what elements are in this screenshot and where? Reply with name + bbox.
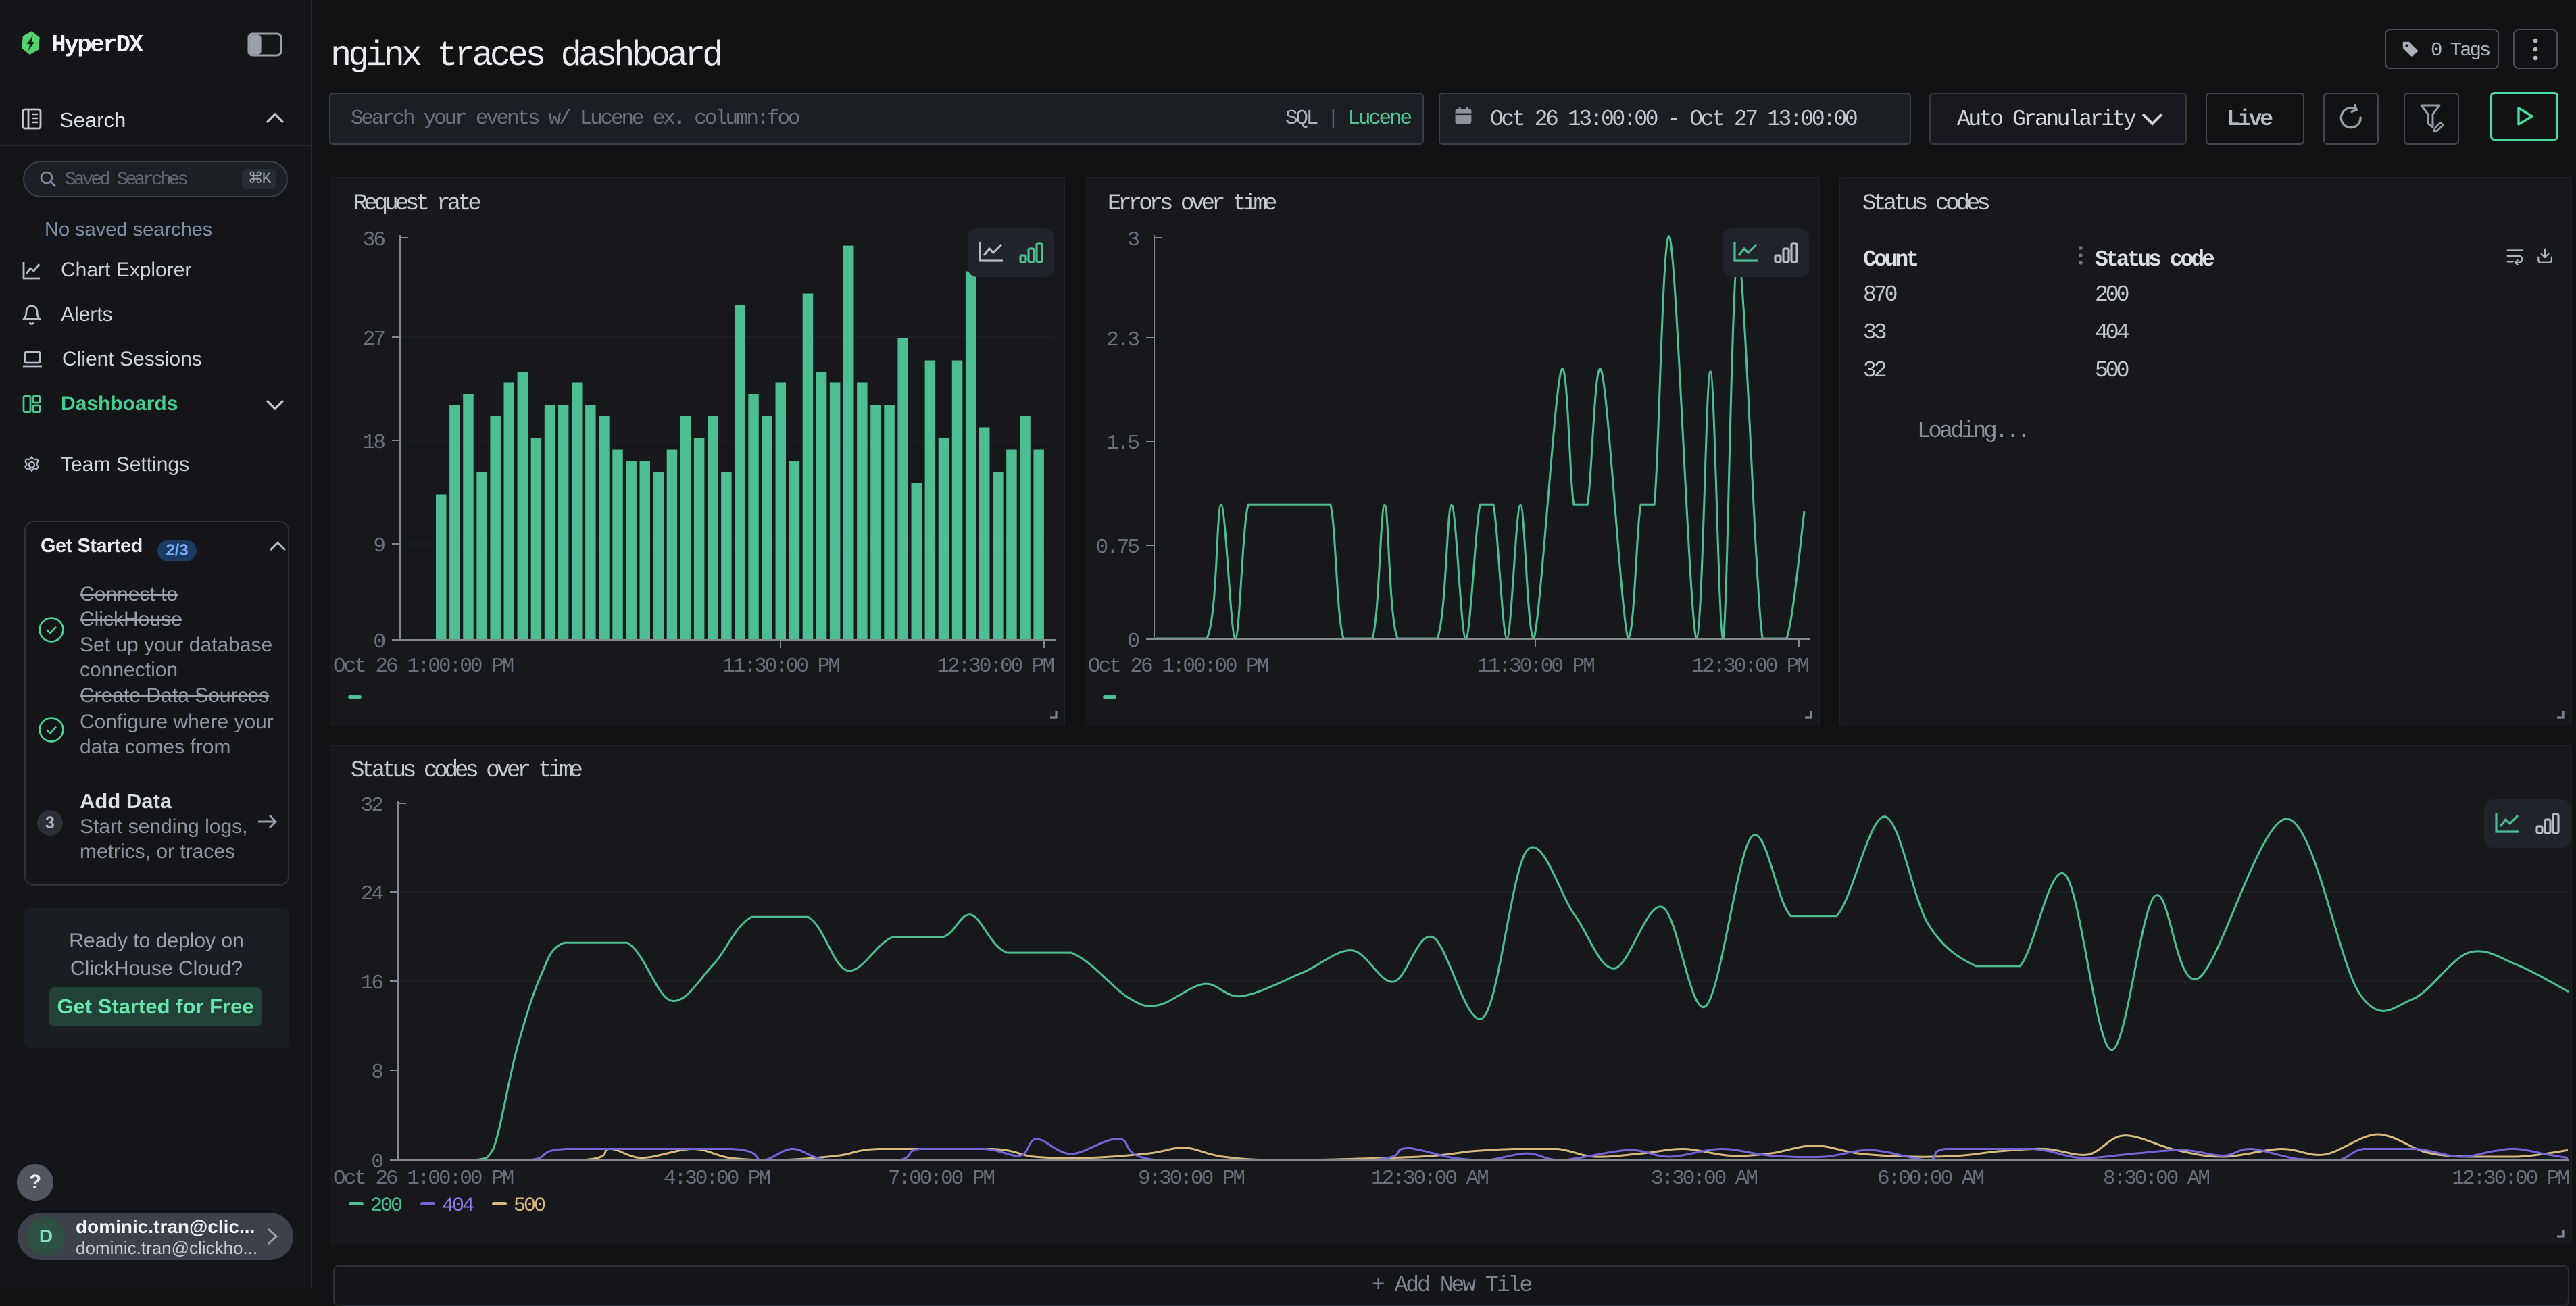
svg-text:7:00:00 PM: 7:00:00 PM — [888, 1167, 994, 1190]
svg-text:500: 500 — [514, 1195, 545, 1217]
svg-text:0: 0 — [373, 630, 385, 654]
svg-text:9: 9 — [373, 534, 385, 558]
svg-text:11:30:00 PM: 11:30:00 PM — [1477, 655, 1594, 678]
svg-text:16: 16 — [361, 972, 383, 995]
svg-text:Oct 26 1:00:00 PM: Oct 26 1:00:00 PM — [333, 655, 514, 678]
svg-text:4:30:00 PM: 4:30:00 PM — [664, 1167, 770, 1190]
svg-text:8: 8 — [371, 1061, 382, 1084]
svg-text:27: 27 — [363, 328, 385, 351]
svg-text:1.5: 1.5 — [1106, 432, 1139, 455]
svg-text:36: 36 — [363, 228, 385, 252]
svg-text:6:00:00 AM: 6:00:00 AM — [1877, 1167, 1983, 1190]
svg-text:12:30:00 PM: 12:30:00 PM — [2452, 1167, 2569, 1190]
svg-text:18: 18 — [363, 431, 385, 455]
svg-text:12:30:00 PM: 12:30:00 PM — [937, 655, 1054, 678]
svg-text:Oct 26 1:00:00 PM: Oct 26 1:00:00 PM — [333, 1167, 514, 1190]
svg-text:8:30:00 AM: 8:30:00 AM — [2103, 1167, 2209, 1190]
svg-text:404: 404 — [442, 1195, 474, 1217]
svg-text:12:30:00 AM: 12:30:00 AM — [1371, 1167, 1488, 1190]
svg-text:0: 0 — [1127, 630, 1139, 653]
svg-text:0.75: 0.75 — [1096, 536, 1139, 559]
svg-text:32: 32 — [361, 794, 383, 818]
svg-text:Oct 26 1:00:00 PM: Oct 26 1:00:00 PM — [1088, 655, 1268, 678]
svg-text:24: 24 — [361, 882, 384, 906]
svg-text:3:30:00 AM: 3:30:00 AM — [1651, 1167, 1757, 1190]
svg-text:9:30:00 PM: 9:30:00 PM — [1138, 1167, 1244, 1190]
svg-text:12:30:00 PM: 12:30:00 PM — [1691, 655, 1808, 678]
svg-text:3: 3 — [1127, 228, 1139, 252]
svg-text:200: 200 — [370, 1195, 402, 1217]
svg-text:2.3: 2.3 — [1106, 328, 1139, 352]
svg-text:11:30:00 PM: 11:30:00 PM — [722, 655, 839, 678]
